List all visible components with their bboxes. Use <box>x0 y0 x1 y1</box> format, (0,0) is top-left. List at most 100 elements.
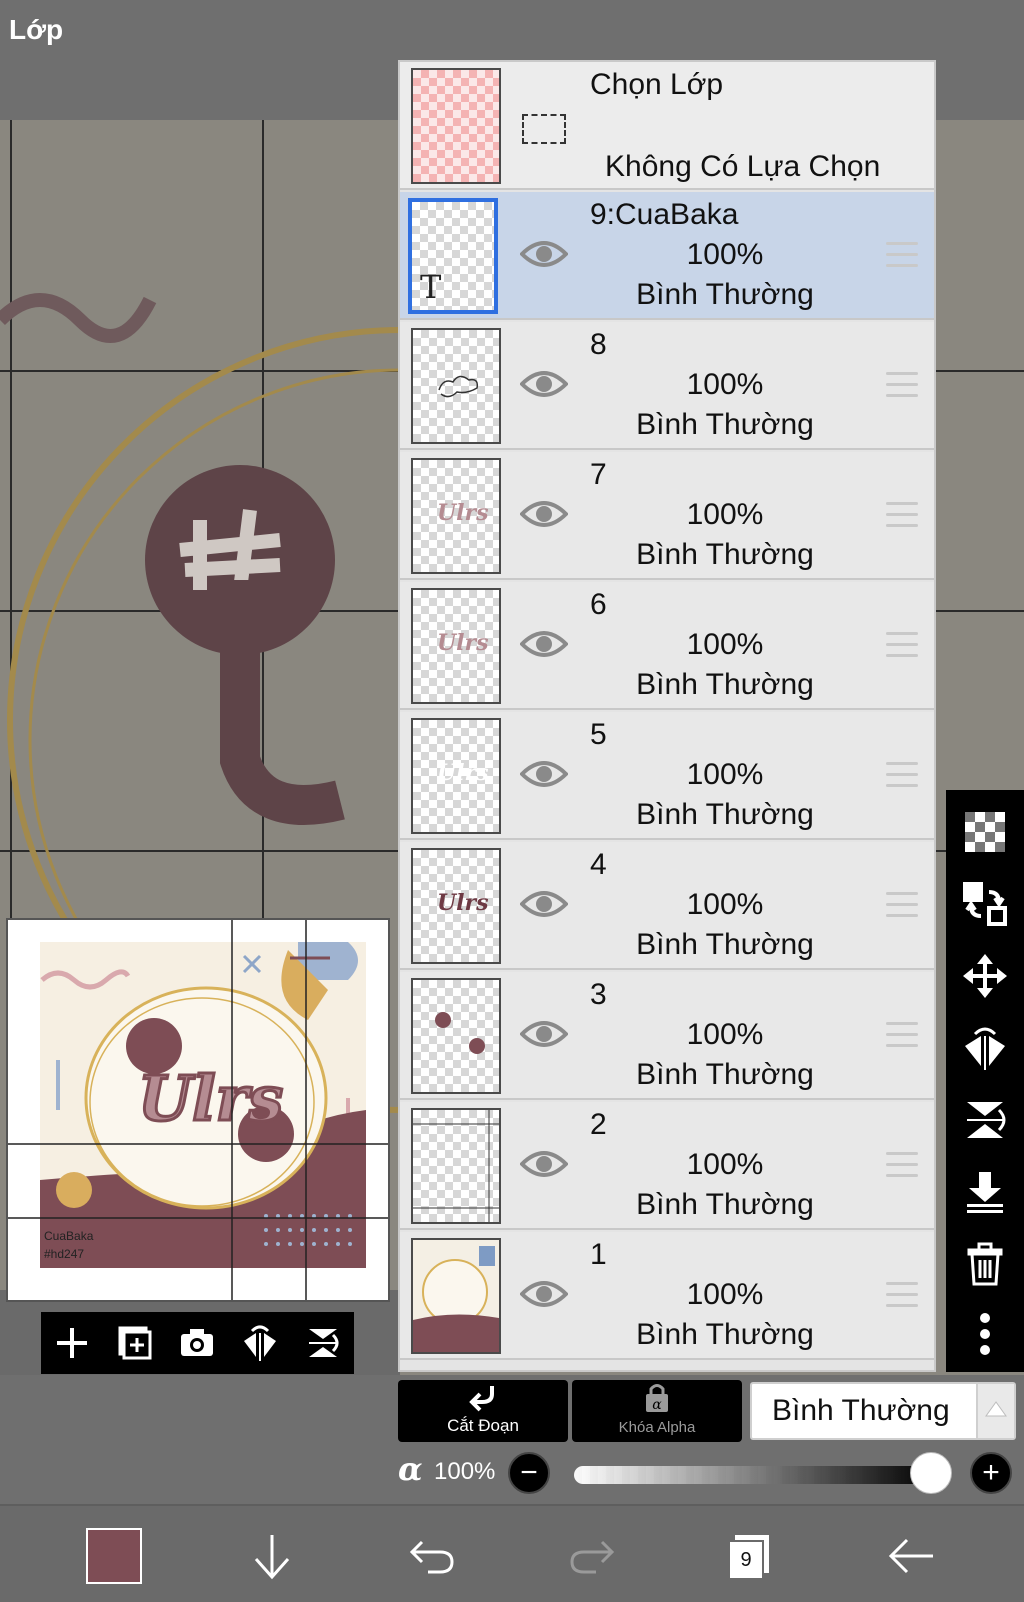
layer-name: 3 <box>590 978 607 1011</box>
visibility-eye-icon[interactable] <box>520 756 568 792</box>
preview-credit-tag: #hd247 <box>44 1247 84 1261</box>
alpha-symbol: α <box>398 1450 423 1488</box>
layer-opacity: 100% <box>686 238 764 271</box>
layer-thumbnail <box>411 1238 501 1354</box>
layer-row[interactable]: 1 100% Bình Thường <box>400 1232 934 1360</box>
layer-opacity: 100% <box>686 628 764 661</box>
drag-handle-icon[interactable] <box>886 632 918 658</box>
visibility-eye-icon[interactable] <box>520 496 568 532</box>
layer-blend-mode: Bình Thường <box>636 1318 814 1351</box>
arrow-down-icon[interactable] <box>240 1524 304 1588</box>
layer-blend-mode: Bình Thường <box>636 1188 814 1221</box>
layer-thumbnail: Ulrs <box>411 718 501 834</box>
layer-row[interactable]: Ulrs 4 100% Bình Thường <box>400 842 934 970</box>
layers-button[interactable]: 9 <box>718 1524 782 1588</box>
clipping-button[interactable]: Cắt Đoạn <box>398 1380 568 1442</box>
bottom-toolbar: 9 <box>0 1504 1024 1602</box>
cloud-sketch-icon <box>438 375 479 398</box>
thumb-logo-text: Ulrs <box>437 630 489 656</box>
opacity-slider-thumb[interactable] <box>910 1452 952 1494</box>
layer-opacity: 100% <box>686 498 764 531</box>
drag-handle-icon[interactable] <box>886 1282 918 1308</box>
flip-horizontal-icon[interactable] <box>946 1016 1024 1080</box>
chevron-up-icon[interactable] <box>976 1384 1014 1438</box>
svg-text:α: α <box>652 1397 662 1413</box>
opacity-slider[interactable] <box>574 1466 934 1484</box>
flip-horizontal-icon[interactable] <box>236 1319 284 1367</box>
add-image-layer-icon[interactable] <box>111 1319 159 1367</box>
trash-icon[interactable] <box>946 1232 1024 1296</box>
plus-icon: + <box>982 1456 1000 1489</box>
merge-down-icon[interactable] <box>946 1160 1024 1224</box>
opacity-increase-button[interactable]: + <box>970 1452 1012 1494</box>
drag-handle-icon[interactable] <box>886 372 918 398</box>
layer-blend-mode: Bình Thường <box>636 668 814 701</box>
undo-icon[interactable] <box>400 1524 464 1588</box>
visibility-eye-icon[interactable] <box>520 626 568 662</box>
preview-artwork: Ulrs CuaBaka #hd247 <box>8 920 388 1300</box>
visibility-eye-icon[interactable] <box>520 1016 568 1052</box>
visibility-eye-icon[interactable] <box>520 1146 568 1182</box>
layer-opacity: 100% <box>686 1018 764 1051</box>
preview-logo-text: Ulrs <box>138 1062 283 1135</box>
layer-blend-mode: Bình Thường <box>636 798 814 831</box>
visibility-eye-icon[interactable] <box>520 1276 568 1312</box>
visibility-eye-icon[interactable] <box>520 236 568 272</box>
visibility-eye-icon[interactable] <box>520 366 568 402</box>
drag-handle-icon[interactable] <box>886 1022 918 1048</box>
selection-marquee-icon <box>522 114 566 144</box>
opacity-row: α 100% − + <box>398 1446 1024 1502</box>
drag-handle-icon[interactable] <box>886 892 918 918</box>
page-title: Lớp <box>9 14 64 45</box>
flip-vertical-icon[interactable] <box>946 1088 1024 1152</box>
blend-mode-select[interactable]: Bình Thường <box>750 1382 1016 1440</box>
thumb-logo-text: Ulrs <box>437 500 489 526</box>
drag-handle-icon[interactable] <box>886 1152 918 1178</box>
layer-blend-mode: Bình Thường <box>636 408 814 441</box>
layer-row[interactable]: Ulrs 7 100% Bình Thường <box>400 452 934 580</box>
drag-handle-icon[interactable] <box>886 242 918 268</box>
add-layer-icon[interactable] <box>48 1319 96 1367</box>
drag-handle-icon[interactable] <box>886 502 918 528</box>
background-art-icon <box>413 1246 499 1352</box>
layer-row[interactable]: 3 100% Bình Thường <box>400 972 934 1100</box>
layer-opacity: 100% <box>686 758 764 791</box>
layer-name: 7 <box>590 458 607 491</box>
layer-row[interactable]: T 9:CuaBaka 100% Bình Thường <box>400 192 934 320</box>
layer-thumbnail <box>411 978 501 1094</box>
layer-row[interactable]: Ulrs 6 100% Bình Thường <box>400 582 934 710</box>
layer-panel: Chọn Lớp Không Có Lựa Chọn T 9:CuaBaka 1… <box>398 60 936 1372</box>
layer-blend-mode: Bình Thường <box>636 278 814 311</box>
selection-thumbnail <box>411 68 501 184</box>
layer-row[interactable]: Ulrs 5 100% Bình Thường <box>400 712 934 840</box>
layer-transfer-icon[interactable] <box>946 872 1024 936</box>
back-arrow-icon[interactable] <box>880 1524 944 1588</box>
hashtag-dots-icon <box>435 1012 485 1054</box>
alpha-lock-button[interactable]: α Khóa Alpha <box>572 1380 742 1442</box>
current-color-swatch[interactable] <box>86 1528 142 1584</box>
opacity-decrease-button[interactable]: − <box>508 1452 550 1494</box>
grid-lines-icon <box>413 1110 499 1222</box>
layer-blend-mode: Bình Thường <box>636 538 814 571</box>
selection-layer-row[interactable]: Chọn Lớp Không Có Lựa Chọn <box>400 62 934 190</box>
thumb-logo-text: Ulrs <box>437 760 489 786</box>
preview-toolbar <box>41 1312 354 1374</box>
move-icon[interactable] <box>946 944 1024 1008</box>
layer-opacity: 100% <box>686 1278 764 1311</box>
layer-row[interactable]: 2 100% Bình Thường <box>400 1102 934 1230</box>
layer-blend-mode: Bình Thường <box>636 928 814 961</box>
drag-handle-icon[interactable] <box>886 762 918 788</box>
camera-icon[interactable] <box>173 1319 221 1367</box>
visibility-eye-icon[interactable] <box>520 886 568 922</box>
flip-vertical-icon[interactable] <box>299 1319 347 1367</box>
canvas-preview[interactable]: Ulrs CuaBaka #hd247 <box>6 918 390 1302</box>
transparency-checker-icon[interactable] <box>946 800 1024 864</box>
more-icon[interactable] <box>946 1302 1024 1366</box>
layer-thumbnail: Ulrs <box>411 588 501 704</box>
layer-name: 2 <box>590 1108 607 1141</box>
blend-mode-value: Bình Thường <box>772 1394 950 1427</box>
layer-row[interactable]: 8 100% Bình Thường <box>400 322 934 450</box>
redo-icon[interactable] <box>560 1524 624 1588</box>
layer-tools-toolbar <box>946 790 1024 1372</box>
thumb-logo-text: Ulrs <box>437 890 489 916</box>
